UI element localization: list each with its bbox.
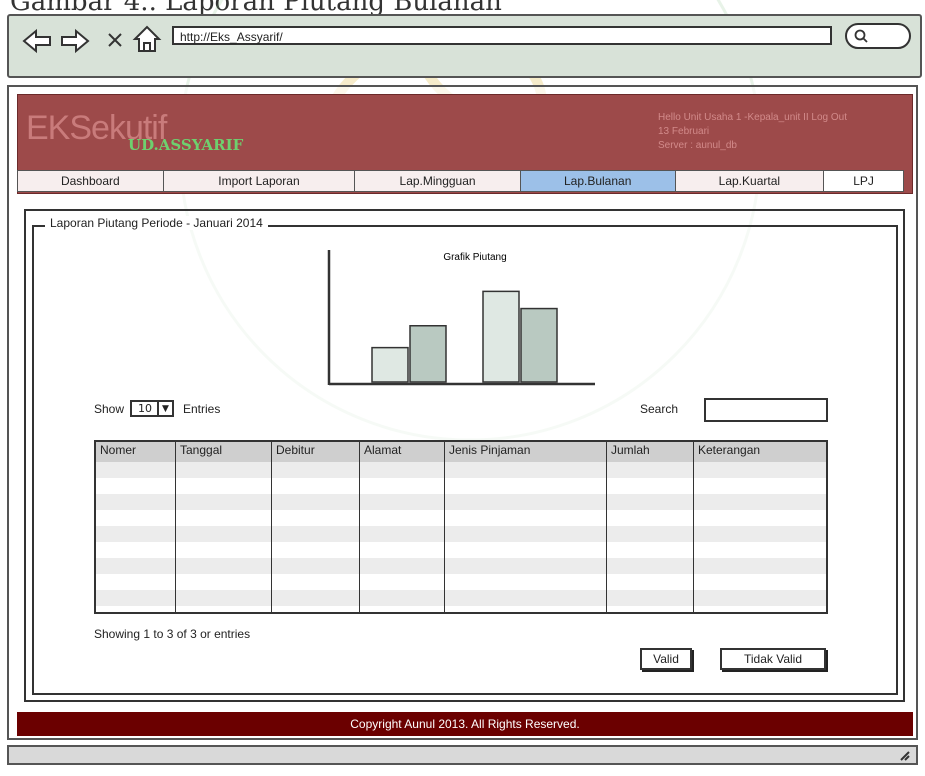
showing-entries-text: Showing 1 to 3 of 3 or entries bbox=[94, 627, 251, 641]
column-header-jumlah[interactable]: Jumlah bbox=[611, 443, 650, 457]
receivables-table: Nomer Tanggal Debitur Alamat Jenis Pinja… bbox=[94, 440, 828, 614]
column-divider bbox=[175, 442, 176, 612]
table-row[interactable] bbox=[96, 590, 826, 606]
receivables-chart: Grafik Piutang bbox=[327, 250, 595, 386]
column-header-jenis-pinjaman[interactable]: Jenis Pinjaman bbox=[449, 443, 530, 457]
column-header-debitur[interactable]: Debitur bbox=[276, 443, 315, 457]
entries-select[interactable]: 10 ▼ bbox=[130, 400, 174, 417]
chart-bar bbox=[409, 325, 447, 383]
resize-grip-icon[interactable] bbox=[898, 749, 910, 761]
tab-lpj[interactable]: LPJ bbox=[824, 171, 904, 191]
chevron-down-icon: ▼ bbox=[157, 402, 172, 415]
chart-bar bbox=[520, 307, 558, 383]
table-search-input[interactable] bbox=[704, 398, 828, 422]
table-row[interactable] bbox=[96, 494, 826, 510]
table-row[interactable] bbox=[96, 558, 826, 574]
show-label: Show bbox=[94, 402, 125, 416]
column-divider bbox=[693, 442, 694, 612]
forward-arrow-icon[interactable] bbox=[60, 26, 90, 56]
date-text: 13 Februari bbox=[658, 126, 710, 137]
close-icon[interactable] bbox=[104, 29, 126, 51]
entries-select-value: 10 bbox=[138, 402, 152, 415]
search-icon bbox=[854, 29, 868, 43]
report-legend: Laporan Piutang Periode - Januari 2014 bbox=[45, 216, 268, 230]
server-text: Server : aunul_db bbox=[658, 140, 737, 151]
entries-label: Entries bbox=[183, 402, 221, 416]
column-header-nomer[interactable]: Nomer bbox=[100, 443, 136, 457]
brand-subtitle: UD.ASSYARIF bbox=[128, 136, 244, 154]
column-divider bbox=[359, 442, 360, 612]
tab-dashboard[interactable]: Dashboard bbox=[18, 171, 164, 191]
table-row[interactable] bbox=[96, 542, 826, 558]
column-divider bbox=[444, 442, 445, 612]
chart-bar bbox=[371, 346, 409, 383]
valid-button[interactable]: Valid bbox=[640, 648, 692, 670]
column-header-tanggal[interactable]: Tanggal bbox=[180, 443, 222, 457]
table-row[interactable] bbox=[96, 478, 826, 494]
column-divider bbox=[606, 442, 607, 612]
browser-search-field[interactable] bbox=[845, 23, 911, 49]
chart-bar bbox=[482, 290, 520, 383]
chart-title: Grafik Piutang bbox=[443, 252, 506, 263]
column-header-keterangan[interactable]: Keterangan bbox=[698, 443, 760, 457]
home-icon[interactable] bbox=[132, 24, 162, 54]
table-row[interactable] bbox=[96, 510, 826, 526]
greeting-text[interactable]: Hello Unit Usaha 1 -Kepala_unit II Log O… bbox=[658, 111, 847, 125]
column-divider bbox=[271, 442, 272, 612]
main-nav-tabs: Dashboard Import Laporan Lap.Mingguan La… bbox=[17, 170, 904, 192]
table-row[interactable] bbox=[96, 462, 826, 478]
tab-lap-kuartal[interactable]: Lap.Kuartal bbox=[675, 171, 825, 191]
tidak-valid-button[interactable]: Tidak Valid bbox=[720, 648, 826, 670]
user-info: Hello Unit Usaha 1 -Kepala_unit II Log O… bbox=[658, 111, 847, 153]
footer-copyright: Copyright Aunul 2013. All Rights Reserve… bbox=[17, 712, 913, 736]
tab-lap-mingguan[interactable]: Lap.Mingguan bbox=[355, 171, 521, 191]
back-arrow-icon[interactable] bbox=[22, 26, 52, 56]
table-row[interactable] bbox=[96, 526, 826, 542]
browser-status-bar bbox=[7, 745, 918, 765]
tab-import-laporan[interactable]: Import Laporan bbox=[163, 171, 356, 191]
table-row[interactable] bbox=[96, 574, 826, 590]
url-bar[interactable]: http://Eks_Assyarif/ bbox=[172, 26, 832, 45]
search-label: Search bbox=[640, 402, 679, 416]
column-header-alamat[interactable]: Alamat bbox=[364, 443, 401, 457]
tab-lap-bulanan[interactable]: Lap.Bulanan bbox=[520, 171, 676, 191]
